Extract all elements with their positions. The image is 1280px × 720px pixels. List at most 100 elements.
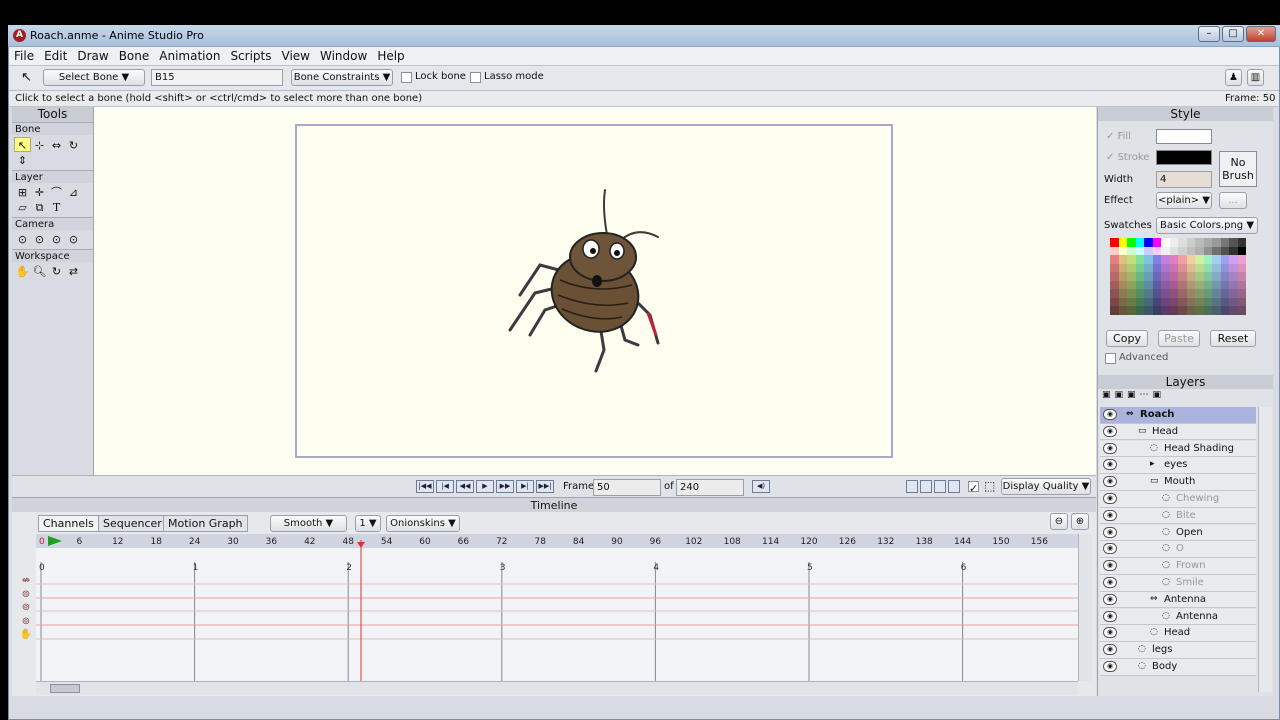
- palette-swatch[interactable]: [1118, 263, 1127, 272]
- lasso-mode-checkbox[interactable]: [470, 72, 481, 83]
- advanced-checkbox[interactable]: [1105, 353, 1116, 364]
- layer-toolbar[interactable]: ▣▣▣⋯▣: [1102, 390, 1165, 400]
- zoom-out-icon[interactable]: ⊖: [1050, 513, 1068, 530]
- frame-toggle-icon[interactable]: ⬚: [984, 479, 995, 493]
- palette-swatch[interactable]: [1152, 289, 1161, 298]
- palette-swatch[interactable]: [1135, 246, 1144, 255]
- palette-swatch[interactable]: [1152, 263, 1161, 272]
- palette-swatch[interactable]: [1152, 255, 1161, 264]
- palette-swatch[interactable]: [1110, 238, 1119, 247]
- palette-swatch[interactable]: [1144, 246, 1153, 255]
- close-icon[interactable]: ✕: [1246, 26, 1276, 42]
- palette-swatch[interactable]: [1118, 246, 1127, 255]
- tab-channels[interactable]: Channels: [38, 515, 99, 532]
- rotate-bone-icon[interactable]: ↻: [65, 138, 82, 153]
- palette-swatch[interactable]: [1237, 238, 1246, 247]
- palette-swatch[interactable]: [1203, 306, 1212, 315]
- palette-swatch[interactable]: [1161, 272, 1170, 281]
- layer-row[interactable]: ◉ ◌ legs: [1100, 642, 1256, 659]
- palette-swatch[interactable]: [1220, 263, 1229, 272]
- tool-select-dropdown[interactable]: Select Bone ▼: [43, 69, 145, 86]
- palette-swatch[interactable]: [1161, 289, 1170, 298]
- palette-swatch[interactable]: [1135, 255, 1144, 264]
- palette-swatch[interactable]: [1144, 263, 1153, 272]
- palette-swatch[interactable]: [1144, 289, 1153, 298]
- menu-help[interactable]: Help: [372, 47, 409, 65]
- visibility-eye-icon[interactable]: ◉: [1103, 644, 1117, 656]
- palette-swatch[interactable]: [1195, 297, 1204, 306]
- palette-swatch[interactable]: [1135, 306, 1144, 315]
- person-icon[interactable]: ♟: [1225, 69, 1242, 86]
- palette-swatch[interactable]: [1135, 272, 1144, 281]
- palette-swatch[interactable]: [1237, 280, 1246, 289]
- onionskins-dropdown[interactable]: Onionskins ▼: [386, 515, 460, 532]
- palette-swatch[interactable]: [1169, 306, 1178, 315]
- palette-swatch[interactable]: [1220, 289, 1229, 298]
- palette-swatch[interactable]: [1161, 255, 1170, 264]
- palette-swatch[interactable]: [1186, 246, 1195, 255]
- palette-swatch[interactable]: [1212, 238, 1221, 247]
- palette-swatch[interactable]: [1212, 280, 1221, 289]
- palette-swatch[interactable]: [1161, 297, 1170, 306]
- palette-swatch[interactable]: [1118, 306, 1127, 315]
- palette-swatch[interactable]: [1178, 280, 1187, 289]
- palette-swatch[interactable]: [1161, 306, 1170, 315]
- palette-swatch[interactable]: [1178, 246, 1187, 255]
- visibility-eye-icon[interactable]: ◉: [1103, 509, 1117, 521]
- layer-row[interactable]: ◉ ◌ Open: [1100, 524, 1256, 542]
- fill-checkbox[interactable]: ✓ Fill: [1106, 131, 1131, 142]
- palette-swatch[interactable]: [1169, 272, 1178, 281]
- text-tool-icon[interactable]: T: [48, 200, 65, 215]
- palette-swatch[interactable]: [1212, 246, 1221, 255]
- timeline-hscroll[interactable]: [36, 681, 1078, 695]
- layer-row[interactable]: ◉ ◌ Frown: [1100, 558, 1256, 575]
- color-palette[interactable]: [1110, 238, 1250, 326]
- palette-swatch[interactable]: [1186, 238, 1195, 247]
- palette-swatch[interactable]: [1118, 255, 1127, 264]
- layer-row[interactable]: ◉ ◌ O: [1100, 541, 1256, 559]
- palette-swatch[interactable]: [1144, 297, 1153, 306]
- palette-swatch[interactable]: [1178, 289, 1187, 298]
- scale-bone-icon[interactable]: ⇔: [48, 138, 65, 153]
- go-to-start-icon[interactable]: |◀◀: [416, 480, 434, 493]
- layer-row[interactable]: ◉ ◌ Head Shading: [1100, 440, 1256, 458]
- palette-swatch[interactable]: [1229, 306, 1238, 315]
- palette-swatch[interactable]: [1161, 263, 1170, 272]
- layers-scrollbar[interactable]: [1258, 407, 1272, 692]
- palette-swatch[interactable]: [1186, 255, 1195, 264]
- palette-swatch[interactable]: [1127, 272, 1136, 281]
- flip-layer-icon[interactable]: ⊿: [65, 185, 82, 200]
- palette-swatch[interactable]: [1195, 289, 1204, 298]
- palette-swatch[interactable]: [1152, 238, 1161, 247]
- palette-swatch[interactable]: [1110, 255, 1119, 264]
- palette-swatch[interactable]: [1152, 246, 1161, 255]
- palette-swatch[interactable]: [1203, 280, 1212, 289]
- palette-swatch[interactable]: [1178, 297, 1187, 306]
- palette-swatch[interactable]: [1135, 238, 1144, 247]
- palette-swatch[interactable]: [1118, 280, 1127, 289]
- palette-swatch[interactable]: [1169, 246, 1178, 255]
- rotate-workspace-icon[interactable]: ↻: [48, 264, 65, 279]
- zoom-icon[interactable]: 🔍︎: [31, 264, 48, 279]
- split-view-icon[interactable]: [920, 480, 932, 493]
- stroke-color-swatch[interactable]: [1156, 150, 1212, 165]
- palette-swatch[interactable]: [1212, 289, 1221, 298]
- palette-swatch[interactable]: [1169, 297, 1178, 306]
- palette-swatch[interactable]: [1178, 238, 1187, 247]
- palette-swatch[interactable]: [1152, 272, 1161, 281]
- palette-swatch[interactable]: [1229, 289, 1238, 298]
- palette-swatch[interactable]: [1203, 238, 1212, 247]
- palette-swatch[interactable]: [1237, 255, 1246, 264]
- palette-swatch[interactable]: [1220, 246, 1229, 255]
- palette-swatch[interactable]: [1178, 306, 1187, 315]
- hscroll-thumb[interactable]: [50, 684, 80, 693]
- palette-swatch[interactable]: [1152, 280, 1161, 289]
- palette-swatch[interactable]: [1127, 246, 1136, 255]
- effect-more-button[interactable]: ...: [1219, 192, 1247, 209]
- palette-swatch[interactable]: [1203, 297, 1212, 306]
- interp-count-dropdown[interactable]: 1 ▼: [355, 515, 381, 532]
- palette-swatch[interactable]: [1220, 280, 1229, 289]
- display-quality-dropdown[interactable]: Display Quality ▼: [1001, 478, 1091, 495]
- palette-swatch[interactable]: [1237, 297, 1246, 306]
- rewind-icon[interactable]: ◀◀: [456, 480, 474, 493]
